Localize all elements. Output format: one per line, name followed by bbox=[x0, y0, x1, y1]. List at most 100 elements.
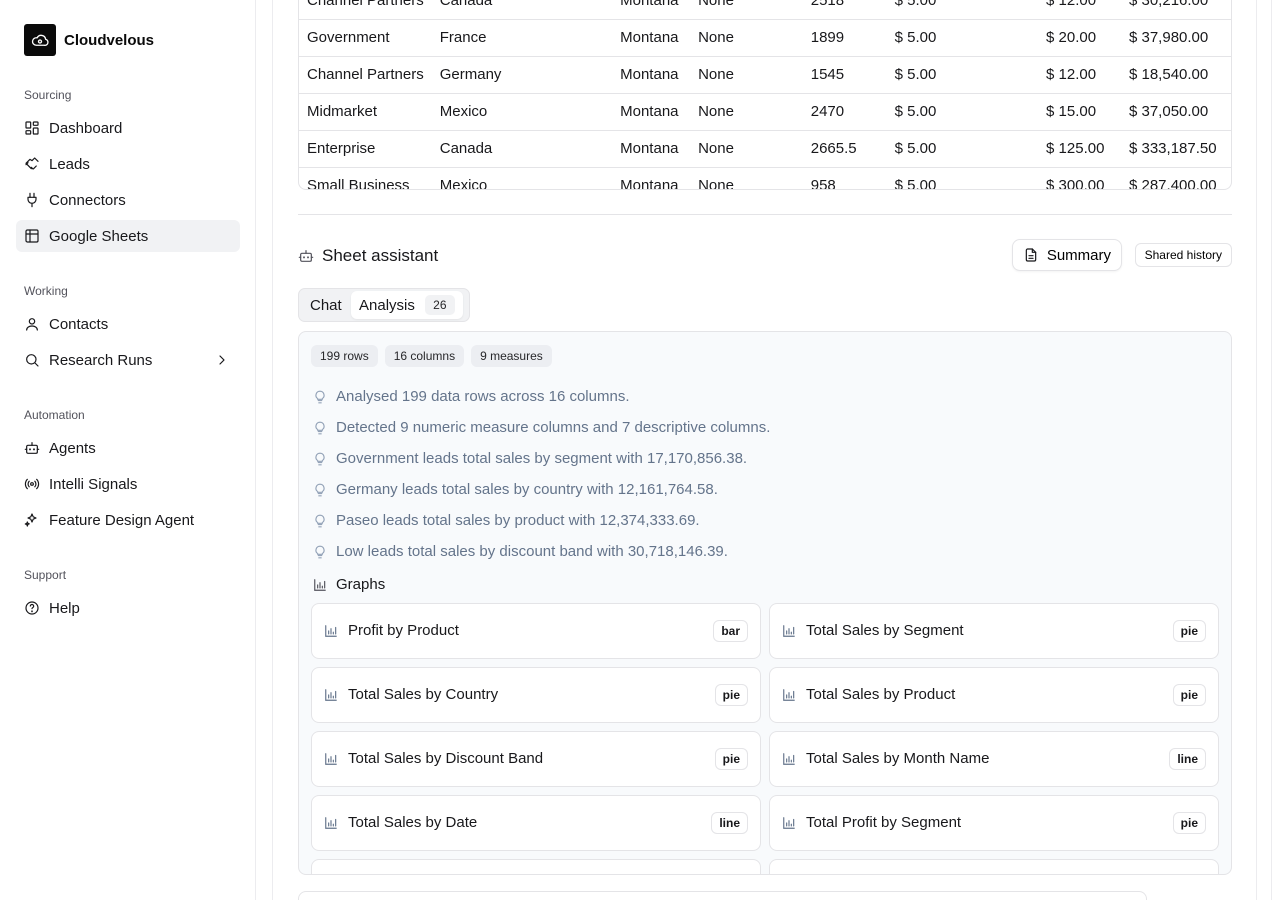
table-cell[interactable]: $ 37,980.00 bbox=[1120, 19, 1231, 57]
table-cell[interactable]: 1545 bbox=[802, 56, 887, 94]
sidebar-item-google-sheets[interactable]: Google Sheets bbox=[16, 220, 240, 252]
chevron-right-icon bbox=[219, 355, 225, 365]
table-row: Enterprise Canada Montana None 2665.5 $ 5.00 $… bbox=[299, 130, 1231, 168]
table-cell[interactable]: $ 18,540.00 bbox=[1120, 56, 1231, 94]
table-cell[interactable]: Channel Partners bbox=[299, 0, 432, 20]
sidebar-item-feature-design-agent[interactable]: Feature Design Agent bbox=[16, 504, 240, 536]
table-cell[interactable]: Montana bbox=[612, 0, 691, 20]
sidebar-item-intelli-signals[interactable]: Intelli Signals bbox=[16, 468, 240, 500]
graph-title: Total Sales by Month Name bbox=[806, 750, 990, 767]
graph-card[interactable]: Total Profit by Segment pie bbox=[769, 795, 1219, 851]
graph-card[interactable] bbox=[311, 859, 761, 874]
table-cell[interactable]: None bbox=[690, 56, 803, 94]
table-cell[interactable]: $ 5.00 bbox=[886, 0, 1039, 20]
table-cell[interactable]: $ 37,050.00 bbox=[1120, 93, 1231, 131]
table-cell[interactable]: $ 5.00 bbox=[886, 56, 1039, 94]
section-label-support: Support bbox=[24, 568, 67, 582]
table-cell[interactable]: $ 5.00 bbox=[886, 130, 1039, 168]
graph-card[interactable]: Total Sales by Product pie bbox=[769, 667, 1219, 723]
bar-chart-icon bbox=[314, 578, 326, 591]
graph-card[interactable] bbox=[769, 859, 1219, 874]
table-cell[interactable]: $ 12.00 bbox=[1038, 0, 1121, 20]
sidebar-item-agents[interactable]: Agents bbox=[16, 432, 240, 464]
table-cell[interactable]: 2470 bbox=[802, 93, 887, 131]
table-cell[interactable]: Enterprise bbox=[299, 130, 432, 168]
sidebar-item-label: Research Runs bbox=[49, 351, 153, 369]
table-cell[interactable]: 2518 bbox=[802, 0, 887, 20]
sidebar-item-label: Connectors bbox=[49, 191, 126, 209]
table-cell[interactable]: $ 125.00 bbox=[1038, 130, 1121, 168]
table-cell[interactable]: Montana bbox=[612, 19, 691, 57]
table-cell[interactable]: Mexico bbox=[431, 93, 613, 131]
stat-chips: 199 rows 16 columns 9 measures bbox=[311, 345, 552, 367]
section-label-automation: Automation bbox=[24, 408, 85, 422]
table-cell[interactable]: None bbox=[690, 167, 803, 189]
graph-card[interactable]: Total Sales by Discount Band pie bbox=[311, 731, 761, 787]
sidebar-item-dashboard[interactable]: Dashboard bbox=[16, 112, 240, 144]
table-cell[interactable]: $ 20.00 bbox=[1038, 19, 1121, 57]
sheet-icon bbox=[25, 229, 39, 243]
table-cell[interactable]: Germany bbox=[431, 56, 613, 94]
table-cell[interactable]: None bbox=[690, 130, 803, 168]
tab-chat[interactable]: Chat bbox=[302, 292, 350, 318]
table-cell[interactable]: Montana bbox=[612, 130, 691, 168]
table-cell[interactable]: $ 12.00 bbox=[1038, 56, 1121, 94]
sidebar-item-research-runs[interactable]: Research Runs bbox=[16, 344, 240, 376]
bar-chart-icon bbox=[783, 625, 795, 637]
graph-card[interactable]: Profit by Product bar bbox=[311, 603, 761, 659]
insight-text: Detected 9 numeric measure columns and 7… bbox=[336, 419, 771, 436]
table-cell[interactable]: Canada bbox=[431, 0, 613, 20]
table-cell[interactable]: $ 30,216.00 bbox=[1120, 0, 1231, 20]
table-cell[interactable]: Montana bbox=[612, 93, 691, 131]
table-row: Small Business Mexico Montana None 958 $ 5.00… bbox=[299, 167, 1231, 189]
table-cell[interactable]: None bbox=[690, 93, 803, 131]
table-cell[interactable]: $ 15.00 bbox=[1038, 93, 1121, 131]
table-cell[interactable]: Canada bbox=[431, 130, 613, 168]
table-cell[interactable]: Montana bbox=[612, 167, 691, 189]
sidebar: Cloudvelous Sourcing Dashboard Leads Connec… bbox=[0, 0, 256, 900]
sidebar-item-leads[interactable]: Leads bbox=[16, 148, 240, 180]
tab-analysis[interactable]: Analysis 26 bbox=[351, 291, 463, 319]
sidebar-item-contacts[interactable]: Contacts bbox=[16, 308, 240, 340]
summary-button[interactable]: Summary bbox=[1011, 239, 1122, 271]
main-content: Channel Partners Canada Montana None 2518 $ 5… bbox=[272, 0, 1257, 900]
lightbulb-icon bbox=[315, 514, 325, 527]
shared-history-button[interactable]: Shared history bbox=[1134, 243, 1232, 267]
insight-text: Germany leads total sales by country wit… bbox=[336, 481, 718, 498]
sidebar-item-label: Intelli Signals bbox=[49, 475, 138, 493]
table-cell[interactable]: Montana bbox=[612, 56, 691, 94]
brand[interactable]: Cloudvelous bbox=[24, 24, 154, 56]
sidebar-item-label: Dashboard bbox=[49, 119, 123, 137]
table-cell[interactable]: $ 5.00 bbox=[886, 93, 1039, 131]
graph-card[interactable]: Total Sales by Country pie bbox=[311, 667, 761, 723]
table-cell[interactable]: Small Business bbox=[299, 167, 432, 189]
graph-card[interactable]: Total Sales by Month Name line bbox=[769, 731, 1219, 787]
table-cell[interactable]: $ 333,187.50 bbox=[1120, 130, 1231, 168]
graph-card[interactable]: Total Sales by Segment pie bbox=[769, 603, 1219, 659]
table-cell[interactable]: 958 bbox=[802, 167, 887, 189]
table-row: Channel Partners Canada Montana None 2518 $ 5… bbox=[299, 0, 1231, 20]
summary-button-label: Summary bbox=[1046, 246, 1111, 264]
table-cell[interactable]: 2665.5 bbox=[802, 130, 887, 168]
table-cell[interactable]: 1899 bbox=[802, 19, 887, 57]
table-cell[interactable]: None bbox=[690, 0, 803, 20]
table-cell[interactable]: Midmarket bbox=[299, 93, 432, 131]
table-cell[interactable]: Channel Partners bbox=[299, 56, 432, 94]
table-cell[interactable]: None bbox=[690, 19, 803, 57]
table-cell[interactable]: $ 287,400.00 bbox=[1120, 167, 1231, 189]
graph-type-badge: line bbox=[711, 812, 748, 834]
insight-item: Detected 9 numeric measure columns and 7… bbox=[313, 412, 770, 443]
graph-card[interactable]: Total Sales by Date line bbox=[311, 795, 761, 851]
table-cell[interactable]: Government bbox=[299, 19, 432, 57]
help-circle-icon bbox=[25, 601, 39, 615]
table-cell[interactable]: $ 5.00 bbox=[886, 19, 1039, 57]
table-cell[interactable]: Mexico bbox=[431, 167, 613, 189]
table-cell[interactable]: $ 5.00 bbox=[886, 167, 1039, 189]
table-cell[interactable]: $ 300.00 bbox=[1038, 167, 1121, 189]
stat-chip: 9 measures bbox=[471, 345, 552, 367]
sidebar-item-help[interactable]: Help bbox=[16, 592, 240, 624]
table-cell[interactable]: France bbox=[431, 19, 613, 57]
chat-composer[interactable] bbox=[298, 891, 1147, 900]
sidebar-item-connectors[interactable]: Connectors bbox=[16, 184, 240, 216]
bot-icon bbox=[298, 250, 314, 262]
